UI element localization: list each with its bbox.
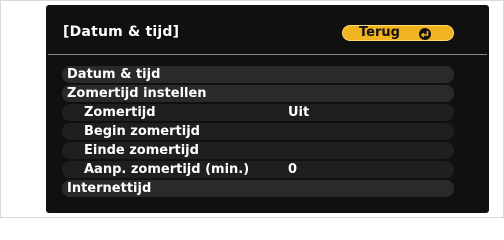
menu-title: [Datum & tijd] (63, 24, 180, 40)
back-button-label: Terug (359, 25, 400, 40)
menu-item-begin-zomertijd[interactable]: Begin zomertijd (62, 123, 454, 140)
menu-item-value: 0 (288, 162, 298, 177)
enter-icon (419, 28, 431, 40)
menu-item-label: Zomertijd instellen (67, 86, 207, 101)
projector-menu-screen: [Datum & tijd] Terug Datum & tijd Zomert… (46, 5, 489, 213)
menu-item-value: Uit (288, 105, 310, 120)
menu-item-zomertijd[interactable]: Zomertijd Uit (62, 104, 454, 121)
menu-item-label: Begin zomertijd (84, 124, 200, 139)
menu-item-einde-zomertijd[interactable]: Einde zomertijd (62, 142, 454, 159)
menu-item-datum-tijd[interactable]: Datum & tijd (62, 66, 454, 83)
back-button[interactable]: Terug (342, 25, 454, 41)
menu-item-aanp-zomertijd[interactable]: Aanp. zomertijd (min.) 0 (62, 161, 454, 178)
menu-item-label: Datum & tijd (67, 67, 161, 82)
header-divider (48, 54, 487, 55)
menu-item-label: Zomertijd (84, 105, 156, 120)
menu-item-internettijd[interactable]: Internettijd (62, 180, 454, 197)
screenshot-frame: [Datum & tijd] Terug Datum & tijd Zomert… (0, 0, 504, 218)
menu-item-label: Internettijd (67, 181, 152, 196)
menu-item-label: Aanp. zomertijd (min.) (84, 162, 250, 177)
menu-item-zomertijd-instellen[interactable]: Zomertijd instellen (62, 85, 454, 102)
menu-item-label: Einde zomertijd (84, 143, 199, 158)
